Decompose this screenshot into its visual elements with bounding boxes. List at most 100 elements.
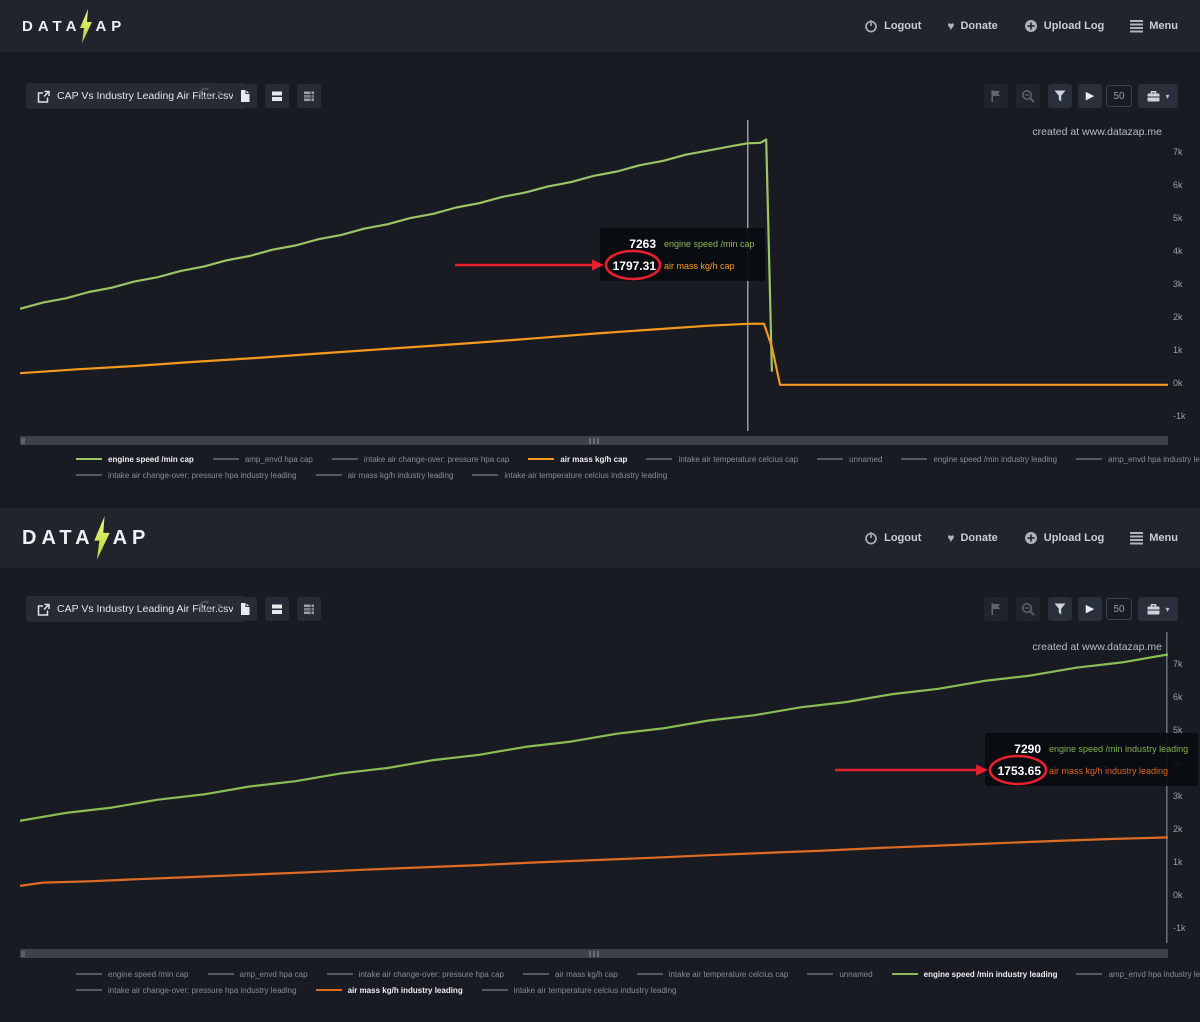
legend-item[interactable]: engine speed /min cap (76, 455, 194, 464)
flag-button[interactable] (984, 84, 1008, 108)
legend-item[interactable]: intake air temperature celcius industry … (472, 471, 667, 480)
row-count-input[interactable] (1106, 598, 1132, 620)
funnel-icon (1053, 89, 1067, 103)
chevron-down-icon: ▾ (1165, 605, 1169, 614)
scrollbar-grip[interactable] (587, 438, 601, 444)
legend-item[interactable]: engine speed /min industry leading (892, 970, 1058, 979)
file-view-button[interactable] (233, 597, 257, 621)
legend-item[interactable]: unnamed (807, 970, 872, 979)
menu-button[interactable]: Menu (1130, 19, 1178, 33)
legend-item[interactable]: air mass kg/h cap (528, 455, 627, 464)
y-tick-label: 0k (1173, 378, 1183, 388)
tooltip-series-label: engine speed /min cap (664, 239, 755, 249)
y-tick-label: -1k (1173, 923, 1186, 933)
y-tick-label: 3k (1173, 279, 1183, 289)
refresh-dropdown[interactable]: ▾ (198, 599, 222, 613)
chevron-down-icon: ▾ (1165, 92, 1169, 101)
legend-swatch (817, 458, 843, 460)
scrollbar-grip[interactable] (587, 951, 601, 957)
table-icon (302, 602, 316, 616)
y-tick-label: -1k (1173, 411, 1186, 421)
zoom-out-button[interactable] (1016, 597, 1040, 621)
legend-item[interactable]: amp_envd hpa cap (213, 455, 313, 464)
legend-label: engine speed /min cap (108, 455, 194, 464)
legend-label: air mass kg/h industry leading (348, 471, 454, 480)
play-button[interactable]: ▶ (1078, 84, 1102, 108)
legend-swatch (472, 474, 498, 476)
table-view-button[interactable] (297, 597, 321, 621)
row-count-input[interactable] (1106, 85, 1132, 107)
layout-icon (270, 602, 284, 616)
filter-button[interactable] (1048, 84, 1072, 108)
legend-item[interactable]: unnamed (817, 455, 882, 464)
upload-log-button[interactable]: Upload Log (1024, 531, 1105, 545)
logout-button[interactable]: Logout (864, 19, 921, 33)
legend-label: air mass kg/h industry leading (348, 986, 463, 995)
briefcase-icon (1146, 602, 1161, 617)
legend-swatch (332, 458, 358, 460)
table-view-button[interactable] (297, 84, 321, 108)
legend-swatch (316, 989, 342, 991)
chart-tooltip: 7290 engine speed /min industry leading … (985, 733, 1198, 786)
y-tick-label: 0k (1173, 890, 1183, 900)
menu-button[interactable]: Menu (1130, 531, 1178, 545)
legend-item[interactable]: intake air temperature celcius cap (637, 970, 789, 979)
chart-area[interactable] (20, 632, 1168, 943)
file-icon (238, 89, 252, 103)
datazap-logo[interactable]: DATA AP (22, 9, 126, 43)
toolbox-dropdown-button[interactable]: ▾ (1138, 84, 1178, 108)
upload-log-button[interactable]: Upload Log (1024, 19, 1105, 33)
layout-icon (270, 89, 284, 103)
legend-item[interactable]: amp_envd hpa cap (208, 970, 308, 979)
layout-view-button[interactable] (265, 597, 289, 621)
legend-label: intake air change-over: pressure hpa cap (364, 455, 509, 464)
legend-label: intake air change-over: pressure hpa ind… (108, 986, 297, 995)
tooltip-series-label: air mass kg/h cap (664, 261, 735, 271)
legend-label: unnamed (839, 970, 872, 979)
play-button[interactable]: ▶ (1078, 597, 1102, 621)
logout-button[interactable]: Logout (864, 531, 921, 545)
legend-item[interactable]: air mass kg/h industry leading (316, 471, 454, 480)
y-axis: 7k6k5k4k3k2k1k0k-1k (1173, 632, 1199, 943)
logo-text-left: DATA (22, 527, 95, 550)
legend-item[interactable]: intake air change-over: pressure hpa cap (327, 970, 504, 979)
zoom-out-button[interactable] (1016, 84, 1040, 108)
legend-swatch (1076, 458, 1102, 460)
legend-item[interactable]: engine speed /min industry leading (901, 455, 1057, 464)
play-icon: ▶ (1086, 604, 1094, 615)
table-icon (302, 89, 316, 103)
legend-item[interactable]: intake air temperature celcius industry … (482, 986, 677, 995)
legend-item[interactable]: intake air temperature celcius cap (646, 455, 798, 464)
chart-toolbar: CAP Vs Industry Leading Air Filter.csv ▾… (0, 595, 1200, 623)
refresh-dropdown[interactable]: ▾ (198, 86, 222, 100)
lightning-bolt-icon (93, 516, 111, 560)
donate-button[interactable]: ♥ Donate (947, 20, 997, 32)
legend-item[interactable]: engine speed /min cap (76, 970, 189, 979)
donate-button[interactable]: ♥ Donate (947, 532, 997, 544)
flag-button[interactable] (984, 597, 1008, 621)
scrollbar-left-nub (21, 438, 25, 444)
legend-swatch (316, 474, 342, 476)
heart-icon: ♥ (947, 532, 954, 544)
legend-item[interactable]: intake air change-over: pressure hpa ind… (76, 986, 297, 995)
legend-label: intake air temperature celcius cap (678, 455, 798, 464)
legend-item[interactable]: intake air change-over: pressure hpa ind… (76, 471, 297, 480)
range-scrollbar[interactable] (20, 436, 1168, 445)
legend-item[interactable]: amp_envd hpa industry leading (1076, 970, 1200, 979)
legend-label: air mass kg/h cap (555, 970, 618, 979)
y-tick-label: 6k (1173, 180, 1183, 190)
legend-item[interactable]: intake air change-over: pressure hpa cap (332, 455, 509, 464)
layout-view-button[interactable] (265, 84, 289, 108)
file-view-button[interactable] (233, 84, 257, 108)
chart-tooltip: 7263 engine speed /min cap 1797.31 air m… (600, 228, 765, 281)
legend-item[interactable]: air mass kg/h industry leading (316, 986, 463, 995)
nav-label: Logout (884, 20, 921, 32)
y-tick-label: 6k (1173, 692, 1183, 702)
legend-item[interactable]: amp_envd hpa industry leading (1076, 455, 1200, 464)
legend-item[interactable]: air mass kg/h cap (523, 970, 618, 979)
toolbox-dropdown-button[interactable]: ▾ (1138, 597, 1178, 621)
datazap-logo[interactable]: DATA AP (22, 516, 150, 560)
filter-button[interactable] (1048, 597, 1072, 621)
range-scrollbar[interactable] (20, 949, 1168, 958)
chart-area[interactable] (20, 120, 1168, 431)
